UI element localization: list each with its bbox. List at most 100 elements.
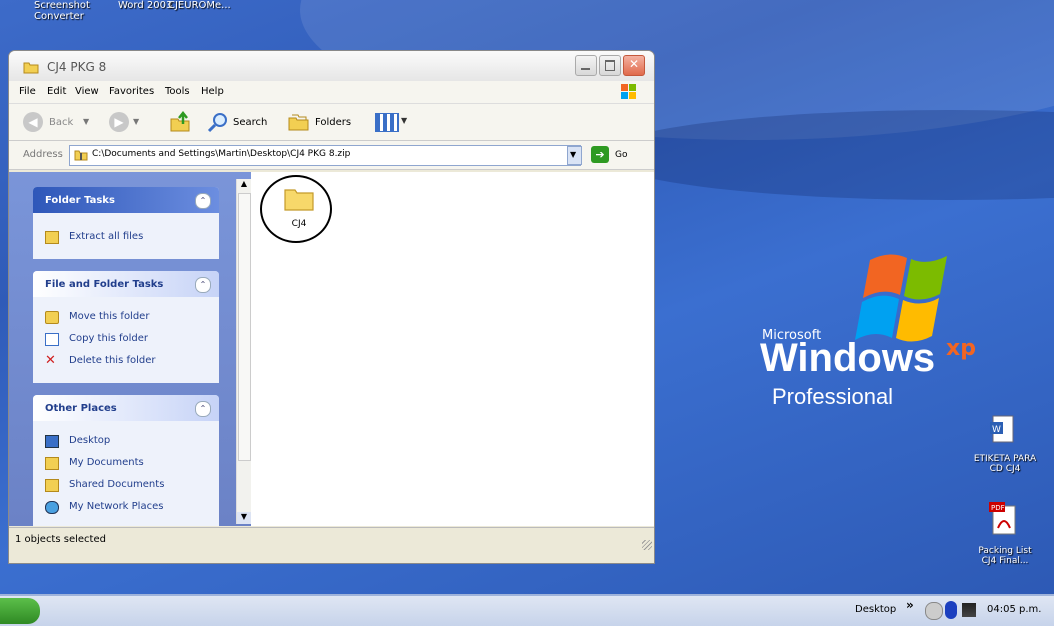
- my-documents-icon: [45, 457, 59, 470]
- chevron-down-icon: ▼: [83, 117, 90, 126]
- minimize-icon: [581, 68, 590, 70]
- desktop-icon-pdf[interactable]: PDF Packing List CJ4 Final...: [960, 500, 1050, 575]
- selection-circle-annotation: [260, 175, 332, 243]
- taskbar: Desktop » 04:05 p.m.: [0, 594, 1054, 626]
- address-value: C:\Documents and Settings\Martin\Desktop…: [92, 149, 351, 159]
- chevron-down-icon: ▼: [570, 150, 577, 159]
- address-dropdown-button[interactable]: ▼: [567, 146, 582, 165]
- scroll-down-arrow-icon[interactable]: ▼: [237, 512, 251, 524]
- bluetooth-icon[interactable]: [945, 601, 957, 619]
- maximize-button[interactable]: [599, 55, 621, 76]
- resize-grip-icon[interactable]: [642, 540, 652, 550]
- folder-tasks-header[interactable]: Folder Tasks ⌃: [33, 187, 219, 213]
- chevron-down-icon: ▼: [133, 117, 140, 126]
- toolbar-chevron-icon[interactable]: »: [906, 598, 914, 612]
- menu-edit[interactable]: Edit: [47, 86, 66, 97]
- task-label: Desktop: [69, 435, 111, 446]
- vertical-scrollbar[interactable]: ▲ ▼: [236, 179, 251, 524]
- menu-file[interactable]: File: [19, 86, 36, 97]
- menu-tools[interactable]: Tools: [165, 86, 190, 97]
- logo-edition-text: Professional: [772, 384, 894, 409]
- panel-title: File and Folder Tasks: [45, 279, 164, 290]
- back-button[interactable]: ◀ Back ▼: [19, 109, 95, 135]
- windows-flag-icon: [621, 84, 636, 99]
- pdf-document-icon: PDF: [989, 502, 1016, 535]
- address-input[interactable]: C:\Documents and Settings\Martin\Desktop…: [69, 145, 581, 166]
- svg-text:PDF: PDF: [991, 504, 1005, 512]
- panel-title: Folder Tasks: [45, 195, 115, 206]
- file-folder-tasks-panel: File and Folder Tasks ⌃ Move this folder…: [33, 271, 219, 383]
- collapse-chevron-icon[interactable]: ⌃: [195, 193, 211, 209]
- system-tray: Desktop » 04:05 p.m.: [845, 596, 1054, 626]
- folder-tasks-panel: Folder Tasks ⌃ Extract all files: [33, 187, 219, 259]
- status-bar: 1 objects selected: [9, 527, 654, 552]
- up-folder-button[interactable]: [169, 110, 193, 134]
- folder-icon: [23, 62, 39, 74]
- menu-bar: File Edit View Favorites Tools Help: [9, 81, 654, 104]
- search-icon: [207, 113, 227, 133]
- address-label: Address: [23, 149, 63, 160]
- delete-x-icon: ✕: [45, 353, 56, 368]
- search-label: Search: [233, 117, 268, 128]
- other-places-panel: Other Places ⌃ Desktop My Documents Shar…: [33, 395, 219, 526]
- collapse-chevron-icon[interactable]: ⌃: [195, 401, 211, 417]
- desktop-icon: [45, 435, 59, 448]
- file-folder-tasks-header[interactable]: File and Folder Tasks ⌃: [33, 271, 219, 297]
- desktop-icon-label[interactable]: CJEUROMe...: [168, 0, 231, 11]
- quicktime-icon[interactable]: [925, 602, 943, 620]
- search-button[interactable]: Search: [205, 109, 277, 135]
- file-list-pane[interactable]: CJ4: [251, 172, 654, 526]
- task-label: Delete this folder: [69, 355, 156, 366]
- svg-text:W: W: [992, 425, 1001, 435]
- network-tray-icon[interactable]: [962, 603, 976, 617]
- go-button[interactable]: ➔ Go: [591, 145, 635, 165]
- go-arrow-icon: ➔: [591, 146, 609, 163]
- desktop-icon-label[interactable]: Word 2003: [118, 0, 172, 11]
- network-places-icon: [45, 501, 59, 514]
- task-label: My Documents: [69, 457, 144, 468]
- address-bar: Address C:\Documents and Settings\Martin…: [9, 141, 654, 170]
- desktop-icon-label[interactable]: Screenshot Converter: [34, 0, 90, 22]
- desktop-icon-word-doc[interactable]: W ETIKETA PARA CD CJ4: [960, 410, 1050, 485]
- title-bar[interactable]: CJ4 PKG 8 ✕: [9, 51, 654, 81]
- menu-favorites[interactable]: Favorites: [109, 86, 154, 97]
- shared-documents-icon: [45, 479, 59, 492]
- folders-icon: [288, 114, 309, 131]
- back-arrow-icon: ◀: [23, 112, 43, 132]
- logo-xp-text: xp: [946, 336, 976, 361]
- scroll-up-arrow-icon[interactable]: ▲: [237, 179, 251, 191]
- back-label: Back: [49, 117, 74, 128]
- desktop-icon-label: ETIKETA PARA CD CJ4: [973, 454, 1037, 474]
- minimize-button[interactable]: [575, 55, 597, 76]
- desktop: Screenshot Converter Word 2003 CJEUROMe.…: [0, 0, 1054, 626]
- task-label: Move this folder: [69, 311, 150, 322]
- desktop-toolbar-label[interactable]: Desktop: [855, 604, 896, 615]
- chevron-down-icon: ▼: [401, 116, 408, 125]
- close-icon: ✕: [628, 57, 640, 71]
- start-button[interactable]: [0, 598, 40, 624]
- move-folder-icon: [45, 311, 59, 324]
- logo-windows-text: Windows: [760, 336, 936, 380]
- views-button[interactable]: ▼: [371, 110, 413, 134]
- explorer-window: CJ4 PKG 8 ✕ File Edit View Favorites Too…: [8, 50, 655, 564]
- menu-view[interactable]: View: [75, 86, 99, 97]
- task-pane: Folder Tasks ⌃ Extract all files File an…: [9, 172, 251, 526]
- folders-label: Folders: [315, 117, 352, 128]
- zip-folder-icon: [74, 150, 88, 161]
- task-label: Shared Documents: [69, 479, 165, 490]
- folders-button[interactable]: Folders: [285, 109, 361, 135]
- copy-folder-icon: [45, 333, 59, 346]
- views-grid-icon: [375, 113, 399, 132]
- forward-button[interactable]: ▶ ▼: [105, 109, 145, 135]
- forward-arrow-icon: ▶: [109, 112, 129, 132]
- other-places-header[interactable]: Other Places ⌃: [33, 395, 219, 421]
- close-button[interactable]: ✕: [623, 55, 645, 76]
- scroll-thumb[interactable]: [238, 193, 251, 461]
- task-label: Copy this folder: [69, 333, 148, 344]
- menu-help[interactable]: Help: [201, 86, 224, 97]
- windows-flag-icon: [855, 254, 947, 342]
- maximize-icon: [605, 60, 615, 71]
- task-label: My Network Places: [69, 501, 164, 512]
- clock[interactable]: 04:05 p.m.: [987, 604, 1041, 615]
- collapse-chevron-icon[interactable]: ⌃: [195, 277, 211, 293]
